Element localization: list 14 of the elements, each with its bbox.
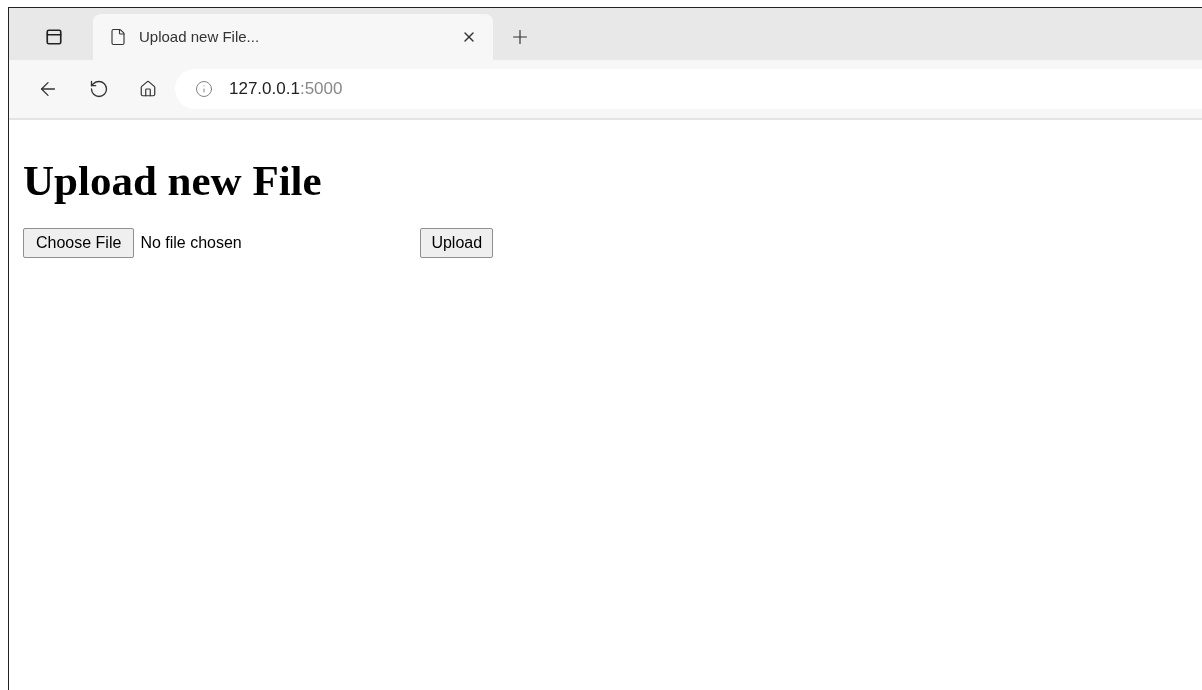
url-host: 127.0.0.1 xyxy=(229,79,300,99)
home-icon[interactable] xyxy=(139,80,157,98)
choose-file-button[interactable]: Choose File xyxy=(23,227,135,258)
page-heading: Upload new File xyxy=(23,156,323,206)
upload-button[interactable]: Upload xyxy=(420,227,494,258)
reload-icon[interactable] xyxy=(89,79,109,99)
tab-actions-icon xyxy=(45,28,63,46)
file-status: No file chosen xyxy=(140,232,243,253)
tab-title: Upload new File... xyxy=(139,26,261,47)
browser-tab[interactable]: Upload new File... xyxy=(93,14,493,60)
info-icon xyxy=(195,80,213,98)
url-port: :5000 xyxy=(299,79,343,99)
page-icon xyxy=(109,28,127,46)
address-bar[interactable]: 127.0.0.1:5000 xyxy=(175,69,1202,109)
